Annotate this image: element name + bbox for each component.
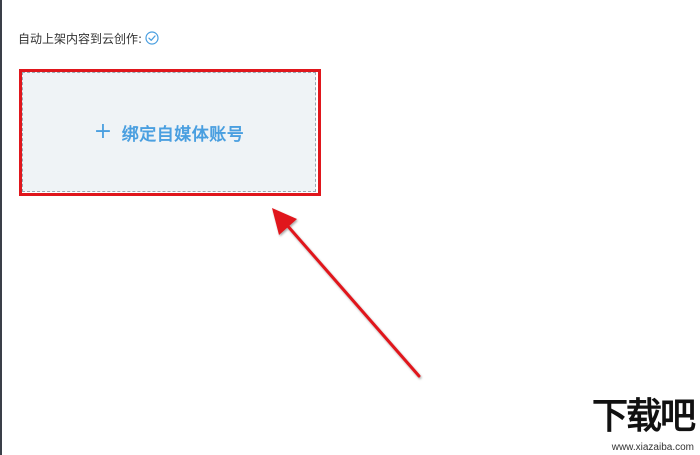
annotation-arrow xyxy=(272,208,421,378)
watermark-logo: 下载吧 www.xiazaiba.com xyxy=(562,396,696,455)
watermark-brand: 下载吧 xyxy=(591,396,696,437)
watermark-url: www.xiazaiba.com xyxy=(611,442,694,453)
